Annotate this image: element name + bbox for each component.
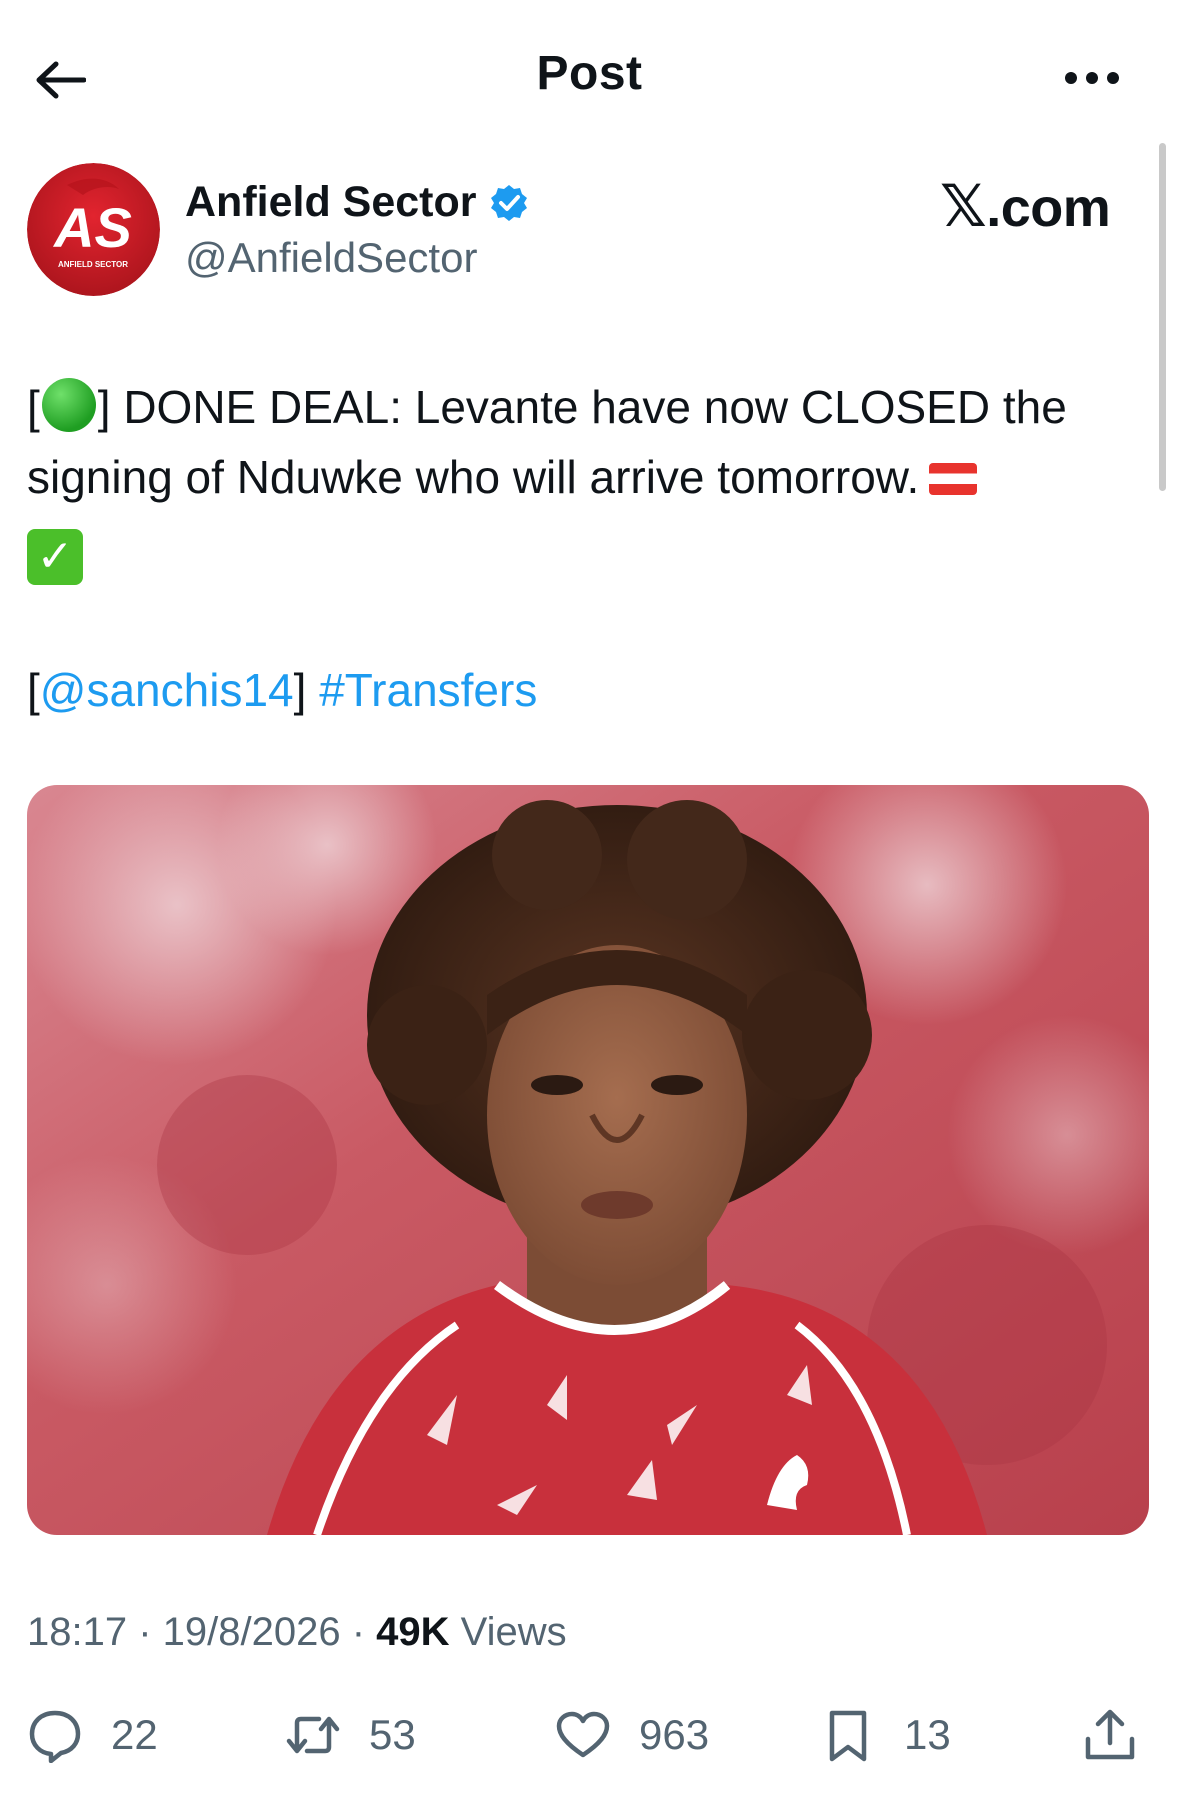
top-bar: Post <box>0 0 1179 150</box>
anfield-sector-logo: AS ANFIELD SECTOR <box>27 163 160 296</box>
like-count: 963 <box>639 1711 710 1758</box>
avatar[interactable]: AS ANFIELD SECTOR <box>27 163 160 296</box>
tweet-line-4: [@sanchis14] #Transfers <box>27 664 538 716</box>
bookmark-count: 13 <box>904 1711 951 1758</box>
share-button[interactable] <box>1082 1690 1138 1780</box>
tweet-line-2: signing of Nduwke who will arrive tomorr… <box>27 442 1157 512</box>
heart-icon <box>556 1711 610 1758</box>
hashtag-link[interactable]: #Transfers <box>319 664 537 716</box>
source-logo: 𝕏 .com <box>940 172 1111 240</box>
tweet-line-1: [] DONE DEAL: Levante have now CLOSED th… <box>27 372 1157 442</box>
tweet-time: 18:17 <box>27 1610 128 1654</box>
display-name-text: Anfield Sector <box>185 178 477 226</box>
bookmark-icon <box>829 1710 867 1762</box>
repost-button[interactable]: 53 <box>285 1690 416 1780</box>
author-display-name[interactable]: Anfield Sector <box>185 178 529 227</box>
reply-icon <box>29 1710 81 1763</box>
verified-badge-icon <box>490 184 527 221</box>
tweet-line-3: ✓ <box>27 512 1157 585</box>
repost-count: 53 <box>369 1711 416 1758</box>
action-bar: 22 53 963 13 <box>0 1690 1179 1780</box>
repost-icon <box>286 1716 340 1754</box>
x-logo-icon: 𝕏 <box>940 172 987 240</box>
green-circle-icon <box>41 378 96 432</box>
page-title: Post <box>536 47 643 100</box>
like-button[interactable]: 963 <box>555 1690 709 1780</box>
reply-button[interactable]: 22 <box>27 1690 158 1780</box>
share-icon <box>1085 1709 1135 1760</box>
austria-flag-icon <box>929 463 978 495</box>
check-mark-icon: ✓ <box>27 529 83 585</box>
more-options-button[interactable] <box>1060 54 1124 102</box>
tweet-text: [] DONE DEAL: Levante have now CLOSED th… <box>27 372 1157 725</box>
player-photo <box>27 785 1149 1535</box>
tweet-meta: 18:17 · 19/8/2026 · 49K Views <box>27 1610 567 1654</box>
avatar-text: AS <box>52 196 132 259</box>
tweet-media-image[interactable] <box>27 785 1149 1535</box>
mention-link[interactable]: @sanchis14 <box>40 664 294 716</box>
avatar-subtext: ANFIELD SECTOR <box>58 260 128 269</box>
reply-count: 22 <box>111 1711 158 1758</box>
views-label: Views <box>449 1610 567 1654</box>
author-handle[interactable]: @AnfieldSector <box>185 234 477 282</box>
source-logo-text: .com <box>986 178 1111 238</box>
more-icon <box>1065 72 1119 84</box>
scrollbar[interactable] <box>1159 143 1166 491</box>
views-count: 49K <box>376 1610 450 1654</box>
bookmark-button[interactable]: 13 <box>820 1690 951 1780</box>
tweet-date: 19/8/2026 <box>162 1610 341 1654</box>
